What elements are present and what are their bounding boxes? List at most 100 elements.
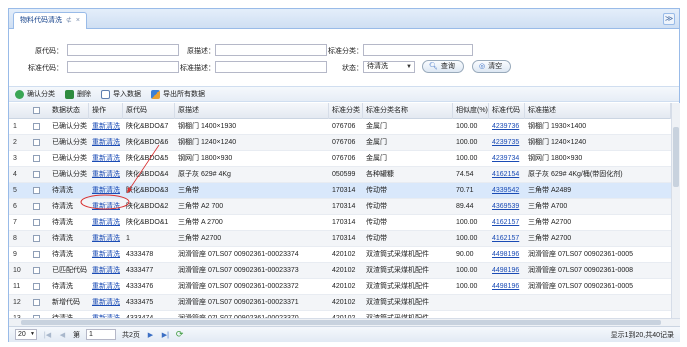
column-header[interactable]: 原代码 — [123, 103, 175, 119]
std-category-name-cell: 双渣筒式采煤机配件 — [366, 283, 429, 290]
row-checkbox[interactable] — [33, 283, 40, 290]
original-code-cell: 4333475 — [126, 299, 154, 306]
row-number: 13 — [9, 311, 27, 318]
std-code-cell[interactable]: 4339542 — [489, 183, 525, 198]
collapse-icon[interactable]: ≫ — [663, 13, 675, 25]
column-header[interactable]: 数据状态 — [49, 103, 89, 119]
std-category-name-cell: 传动带 — [366, 219, 387, 226]
query-button[interactable]: 🔍︎ 查询 — [422, 60, 464, 73]
std-code-cell[interactable]: 4239735 — [489, 135, 525, 150]
page-size-select[interactable]: 20 ▼ — [15, 329, 37, 340]
tab-close-icon[interactable]: × — [76, 13, 80, 29]
row-checkbox[interactable] — [33, 235, 40, 242]
last-page-icon[interactable]: ▶| — [161, 331, 170, 339]
similarity-cell — [453, 295, 489, 310]
std-category-name-cell: 金属门 — [366, 139, 387, 146]
status-select[interactable]: 待清洗 ▼ — [363, 61, 415, 73]
table-row[interactable]: 11 待清洗 重新清洗 4333476 润滑管座 07LS07 00902361-000… — [9, 279, 671, 295]
table-row[interactable]: 13 待清洗重新清洗4333474润滑管座 07LS07 00902361-000… — [9, 311, 671, 318]
std-code-cell[interactable]: 4162157 — [489, 215, 525, 230]
column-header[interactable]: 标准分类 — [329, 103, 363, 119]
operation-cell[interactable]: 重新清洗 — [89, 231, 123, 246]
dropdown-arrow-icon: ▼ — [30, 331, 35, 337]
table-row[interactable]: 1 已确认分类 重新清洗 陕化&BDO&7 钢棚门 1400×1930 076706 金属门… — [9, 119, 671, 135]
import-icon — [101, 89, 110, 99]
row-checkbox[interactable] — [33, 219, 40, 226]
std-category-input[interactable] — [363, 44, 473, 56]
next-page-icon[interactable]: ▶ — [146, 331, 155, 339]
tab-pin-icon[interactable]: ⊄ — [66, 13, 72, 29]
std-category-name-cell: 金属门 — [366, 123, 387, 130]
row-checkbox[interactable] — [33, 155, 40, 162]
std-code-cell[interactable]: 4239736 — [489, 119, 525, 134]
std-category-cell: 170314 — [332, 187, 356, 194]
operation-cell[interactable]: 重新清洗 — [89, 311, 123, 318]
column-header[interactable]: 相似度(%) — [453, 103, 489, 119]
delete-button[interactable]: 删除 — [65, 89, 91, 99]
tab-material-code-cleaning[interactable]: 物料代码清洗 ⊄ × — [13, 12, 87, 29]
vertical-scrollbar[interactable] — [671, 103, 680, 318]
refresh-icon[interactable]: ⟳ — [176, 329, 184, 340]
std-code-cell[interactable]: 4498196 — [489, 247, 525, 262]
column-header[interactable]: 原描述 — [175, 103, 329, 119]
operation-cell[interactable]: 重新清洗 — [89, 247, 123, 262]
similarity-cell: 100.00 — [456, 155, 478, 162]
std-code-cell[interactable]: 4498196 — [489, 263, 525, 278]
original-code-cell: 4333477 — [126, 267, 154, 274]
confirm-category-label: 确认分类 — [27, 91, 55, 98]
std-desc-cell: 三角带 A2700 — [528, 219, 572, 226]
std-code-cell[interactable] — [489, 311, 525, 318]
column-header[interactable]: 标准描述 — [525, 103, 671, 119]
row-number: 7 — [13, 219, 17, 226]
row-checkbox[interactable] — [33, 139, 40, 146]
operation-cell[interactable]: 重新清洗 — [89, 119, 123, 134]
column-header[interactable]: 标准代码 — [489, 103, 525, 119]
std-category-cell: 170314 — [332, 235, 356, 242]
prev-page-icon[interactable]: ◀ — [58, 331, 67, 339]
original-code-cell: 4333476 — [126, 283, 154, 290]
std-code-cell[interactable]: 4162154 — [489, 167, 525, 182]
column-header[interactable]: 标准分类名称 — [363, 103, 453, 119]
confirm-category-button[interactable]: 确认分类 — [15, 89, 55, 99]
operation-cell[interactable]: 重新清洗 — [89, 263, 123, 278]
row-checkbox[interactable] — [33, 267, 40, 274]
table-row[interactable]: 8 待清洗 重新清洗 1 三角带 A2700 170314 传动带 100.00 4162157… — [9, 231, 671, 247]
operation-cell[interactable]: 重新清洗 — [89, 295, 123, 310]
row-checkbox[interactable] — [33, 123, 40, 130]
filter-panel: 原代码： 原描述： 标准分类： 标准代码： 标准描述： 状态： 待清洗 ▼ 🔍︎… — [9, 30, 679, 86]
std-category-cell: 170314 — [332, 219, 356, 226]
search-icon: 🔍︎ — [429, 63, 438, 70]
std-code-cell[interactable] — [489, 295, 525, 310]
horizontal-scrollbar[interactable] — [9, 318, 680, 326]
column-header[interactable]: 操作 — [89, 103, 123, 119]
status-select-value: 待清洗 — [367, 63, 388, 70]
row-checkbox[interactable] — [33, 203, 40, 210]
select-all-checkbox[interactable] — [33, 107, 40, 114]
std-category-cell: 170314 — [332, 203, 356, 210]
table-row[interactable]: 9 待清洗 重新清洗 4333478 润滑管座 07LS07 00902361-0002… — [9, 247, 671, 263]
status-cell: 待清洗 — [52, 283, 73, 290]
row-checkbox[interactable] — [33, 299, 40, 306]
std-desc-cell: 润滑管座 07LS07 00902361-0005 — [528, 251, 634, 258]
operation-cell[interactable]: 重新清洗 — [89, 279, 123, 294]
row-checkbox[interactable] — [33, 187, 40, 194]
std-code-cell[interactable]: 4162157 — [489, 231, 525, 246]
page-number-input[interactable]: 1 — [86, 329, 116, 340]
import-button[interactable]: 导入数据 — [101, 89, 141, 99]
table-row[interactable]: 10 已匹配代码 重新清洗 4333477 润滑管座 07LS07 00902361-0… — [9, 263, 671, 279]
std-code-cell[interactable]: 4369539 — [489, 199, 525, 214]
similarity-cell: 74.54 — [456, 171, 474, 178]
std-code-cell[interactable]: 4498196 — [489, 279, 525, 294]
row-checkbox[interactable] — [33, 251, 40, 258]
first-page-icon[interactable]: |◀ — [43, 331, 52, 339]
clear-button[interactable]: ◎ 清空 — [472, 60, 512, 73]
original-desc-cell: 润滑管座 07LS07 00902361-00023373 — [178, 267, 299, 274]
std-category-name-cell: 金属门 — [366, 155, 387, 162]
std-category-cell: 076706 — [332, 155, 356, 162]
std-code-cell[interactable]: 4239734 — [489, 151, 525, 166]
export-button[interactable]: 导出所有数据 — [151, 89, 205, 99]
row-checkbox[interactable] — [33, 171, 40, 178]
table-row[interactable]: 12 新增代码 重新清洗 4333475 润滑管座 07LS07 00902361-00… — [9, 295, 671, 311]
std-desc-cell: 三角带 A700 — [528, 203, 568, 210]
page-total: 共2页 — [122, 331, 140, 339]
